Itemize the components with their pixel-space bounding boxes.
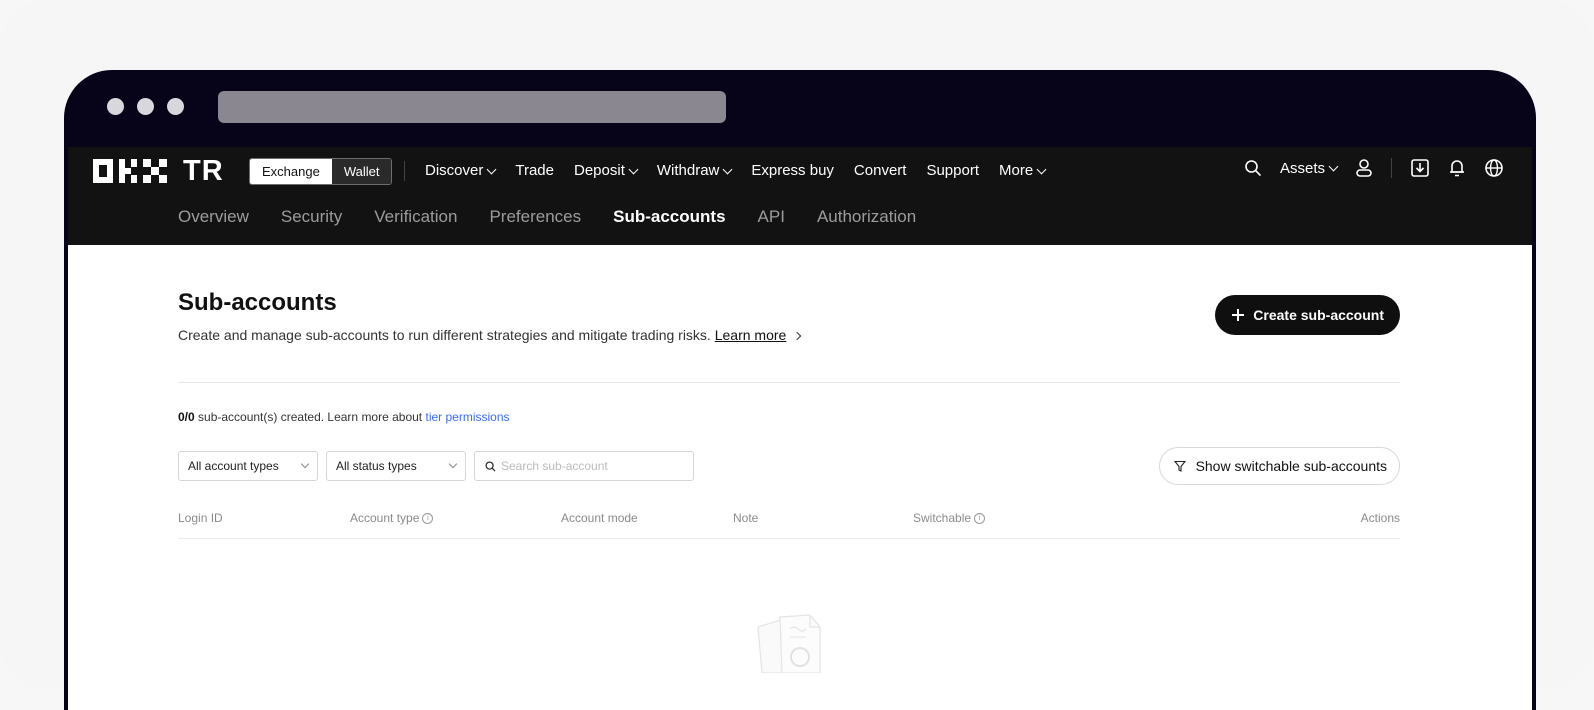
account-subnav: Overview Security Verification Preferenc… bbox=[178, 207, 916, 227]
bell-icon[interactable] bbox=[1448, 158, 1466, 178]
browser-window: TR Exchange Wallet Discover Trade Deposi… bbox=[64, 70, 1536, 710]
column-label: Login ID bbox=[178, 511, 223, 525]
page-description: Create and manage sub-accounts to run di… bbox=[178, 327, 802, 343]
column-switchable: Switchable i bbox=[913, 511, 986, 525]
account-type-select[interactable]: All account types bbox=[178, 451, 318, 481]
menu-label: Express buy bbox=[751, 162, 834, 179]
learn-more-link[interactable]: Learn more bbox=[715, 327, 787, 343]
tools-divider bbox=[1391, 158, 1392, 178]
tab-security[interactable]: Security bbox=[281, 207, 342, 227]
account-type-value: All account types bbox=[188, 459, 279, 473]
right-tools: Assets bbox=[1244, 158, 1504, 178]
window-dot-icon[interactable] bbox=[167, 98, 184, 115]
chevron-down-icon bbox=[1328, 161, 1339, 171]
chevron-down-icon bbox=[722, 164, 733, 174]
create-sub-account-button[interactable]: Create sub-account bbox=[1215, 295, 1400, 335]
chevron-down-icon bbox=[628, 164, 639, 174]
user-icon[interactable] bbox=[1355, 158, 1373, 178]
section-divider bbox=[178, 382, 1400, 383]
page-title: Sub-accounts bbox=[178, 289, 337, 316]
search-input[interactable]: Search sub-account bbox=[474, 451, 694, 481]
menu-label: Withdraw bbox=[656, 162, 720, 179]
menu-item-convert[interactable]: Convert bbox=[854, 160, 907, 182]
menu-item-withdraw[interactable]: Withdraw bbox=[656, 160, 733, 182]
chevron-down-icon bbox=[448, 459, 458, 469]
status-type-select[interactable]: All status types bbox=[326, 451, 466, 481]
column-label: Switchable bbox=[913, 511, 972, 525]
window-controls bbox=[107, 98, 184, 115]
empty-state-icon bbox=[757, 614, 821, 673]
status-type-value: All status types bbox=[336, 459, 417, 473]
menu-item-deposit[interactable]: Deposit bbox=[574, 160, 639, 182]
exchange-tab[interactable]: Exchange bbox=[250, 159, 332, 184]
filter-icon bbox=[1173, 460, 1186, 472]
menu-label: Discover bbox=[425, 162, 484, 179]
okx-logo-icon bbox=[93, 159, 167, 183]
column-label: Note bbox=[733, 511, 759, 525]
menu-item-discover[interactable]: Discover bbox=[425, 160, 497, 182]
search-icon bbox=[485, 460, 496, 471]
sub-account-count: 0/0 sub-account(s) created. Learn more a… bbox=[178, 410, 510, 424]
description-text: Create and manage sub-accounts to run di… bbox=[178, 327, 711, 343]
column-label: Account type bbox=[350, 511, 420, 525]
globe-icon[interactable] bbox=[1484, 158, 1504, 178]
chevron-down-icon bbox=[300, 459, 310, 469]
chevron-down-icon bbox=[486, 164, 497, 174]
menu-item-express-buy[interactable]: Express buy bbox=[751, 160, 834, 182]
tier-permissions-link[interactable]: tier permissions bbox=[425, 410, 509, 424]
search-placeholder: Search sub-account bbox=[501, 459, 608, 473]
window-dot-icon[interactable] bbox=[107, 98, 124, 115]
column-login-id: Login ID bbox=[178, 511, 223, 525]
info-icon[interactable]: i bbox=[422, 512, 434, 524]
menu-item-more[interactable]: More bbox=[999, 160, 1047, 182]
window-dot-icon[interactable] bbox=[137, 98, 154, 115]
assets-label: Assets bbox=[1279, 159, 1325, 177]
menu-label: Support bbox=[926, 162, 979, 179]
tab-authorization[interactable]: Authorization bbox=[817, 207, 916, 227]
search-icon[interactable] bbox=[1244, 159, 1262, 177]
menu-item-trade[interactable]: Trade bbox=[515, 160, 554, 182]
column-label: Account mode bbox=[561, 511, 638, 525]
url-bar[interactable] bbox=[218, 91, 726, 123]
menu-item-support[interactable]: Support bbox=[926, 160, 979, 182]
tab-sub-accounts[interactable]: Sub-accounts bbox=[613, 207, 725, 227]
table-header: Login ID Account type i Account mode Not… bbox=[178, 508, 1400, 539]
tab-verification[interactable]: Verification bbox=[374, 207, 457, 227]
switchable-button-label: Show switchable sub-accounts bbox=[1195, 458, 1387, 474]
chevron-right-icon[interactable] bbox=[792, 331, 802, 341]
column-note: Note bbox=[733, 511, 758, 525]
top-navigation: TR Exchange Wallet Discover Trade Deposi… bbox=[68, 147, 1532, 245]
count-text: sub-account(s) created. Learn more about bbox=[194, 410, 426, 424]
column-label: Actions bbox=[1360, 511, 1400, 525]
show-switchable-button[interactable]: Show switchable sub-accounts bbox=[1158, 447, 1400, 485]
exchange-wallet-switcher: Exchange Wallet bbox=[249, 158, 393, 185]
browser-content: TR Exchange Wallet Discover Trade Deposi… bbox=[68, 147, 1532, 710]
create-button-label: Create sub-account bbox=[1253, 307, 1384, 323]
column-actions: Actions bbox=[1361, 511, 1400, 525]
menu-label: Convert bbox=[853, 162, 907, 179]
count-value: 0/0 bbox=[178, 410, 195, 424]
brand-logo-text: TR bbox=[183, 155, 224, 187]
menu-label: Deposit bbox=[574, 162, 625, 179]
tab-overview[interactable]: Overview bbox=[178, 207, 249, 227]
menu-label: More bbox=[999, 162, 1034, 179]
nav-divider bbox=[404, 161, 405, 181]
menu-label: Trade bbox=[515, 162, 554, 179]
assets-menu[interactable]: Assets bbox=[1279, 159, 1339, 177]
wallet-tab[interactable]: Wallet bbox=[331, 159, 392, 184]
column-account-mode: Account mode bbox=[561, 511, 638, 525]
plus-icon bbox=[1232, 309, 1245, 321]
tab-preferences[interactable]: Preferences bbox=[489, 207, 581, 227]
download-icon[interactable] bbox=[1410, 158, 1430, 178]
info-icon[interactable]: i bbox=[974, 512, 986, 524]
main-menu: Discover Trade Deposit Withdraw Express … bbox=[425, 160, 1047, 182]
tab-api[interactable]: API bbox=[758, 207, 785, 227]
brand-logo[interactable]: TR bbox=[93, 155, 224, 187]
chevron-down-icon bbox=[1036, 164, 1047, 174]
column-account-type: Account type i bbox=[350, 511, 434, 525]
